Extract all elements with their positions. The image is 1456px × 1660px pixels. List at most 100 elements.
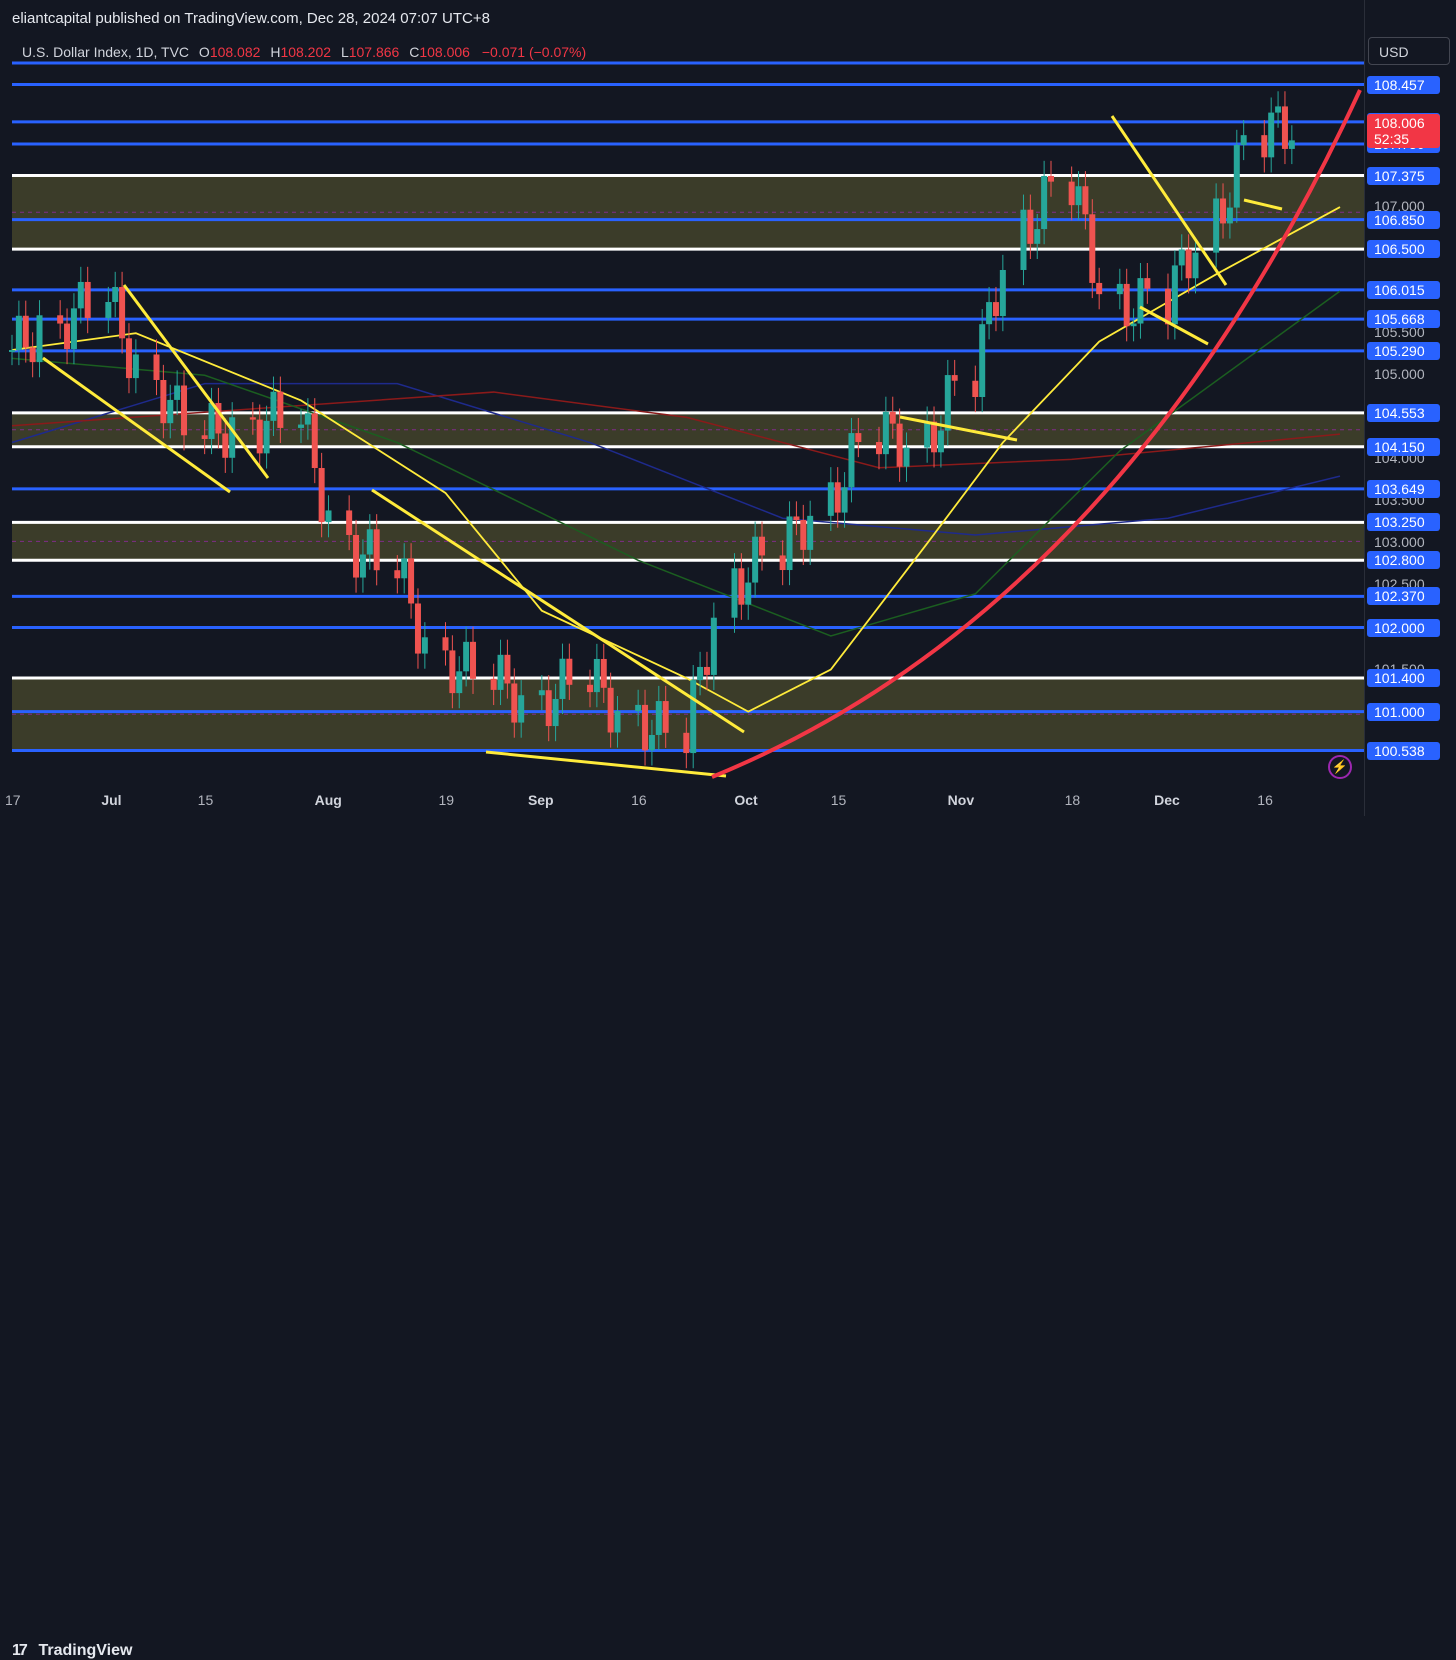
candle-body-97: [937, 430, 944, 453]
candle-body-118: [1137, 278, 1144, 324]
candle-body-128: [1233, 144, 1240, 208]
candle-body-10: [105, 302, 112, 319]
level-price-badge: 101.000: [1367, 702, 1440, 721]
time-tick: 18: [1064, 792, 1081, 808]
candle-body-127: [1226, 207, 1233, 224]
ma-50-green: [11, 290, 1341, 637]
candle-body-101: [979, 324, 986, 398]
tv-logo-icon: 17: [12, 1642, 28, 1659]
candle-body-133: [1281, 106, 1288, 149]
candle-body-99: [951, 375, 958, 381]
candle-body-103: [992, 302, 999, 317]
candle-body-77: [745, 582, 752, 605]
candle-body-21: [208, 403, 215, 439]
candle-body-51: [497, 654, 504, 690]
candle-body-58: [559, 658, 566, 699]
candle-body-11: [112, 286, 119, 303]
low-label: L: [340, 44, 349, 60]
candle-body-2: [22, 315, 29, 348]
candle-body-107: [1034, 229, 1041, 244]
candle-body-42: [408, 558, 415, 604]
level-price-badge: 102.800: [1367, 551, 1440, 570]
time-tick: Sep: [527, 792, 554, 808]
candle-body-55: [538, 690, 545, 696]
time-tick: Dec: [1154, 792, 1180, 808]
candle-body-69: [662, 701, 669, 733]
candle-body-3: [29, 347, 36, 363]
price-tick: 105.000: [1374, 366, 1425, 383]
candle-body-53: [511, 683, 518, 723]
price-chart[interactable]: [0, 0, 1364, 782]
candle-body-16: [160, 379, 167, 424]
candle-body-85: [827, 482, 834, 516]
candle-body-129: [1240, 135, 1247, 145]
candle-body-49: [470, 641, 477, 679]
candle-body-132: [1275, 106, 1282, 113]
level-price-badge: 103.649: [1367, 479, 1440, 498]
candle-body-15: [153, 354, 160, 380]
candle-body-65: [635, 704, 642, 712]
candle-body-60: [586, 684, 593, 693]
candle-body-57: [552, 698, 559, 727]
tradingview-logo[interactable]: 17 TradingView: [12, 1642, 132, 1660]
last-price-value: 108.006: [1374, 115, 1425, 131]
close-value: 108.006: [419, 44, 470, 60]
candle-body-20: [201, 435, 208, 439]
candle-body-91: [882, 411, 889, 455]
candle-body-134: [1288, 140, 1295, 149]
last-price-badge: 108.006 52:35: [1367, 114, 1440, 148]
candle-body-95: [924, 421, 931, 448]
candle-body-8: [77, 281, 84, 309]
candle-body-0: [9, 350, 15, 353]
close-label: C: [409, 44, 420, 60]
candle-body-45: [442, 637, 449, 651]
level-price-badge: 108.457: [1367, 75, 1440, 94]
candle-body-25: [249, 417, 256, 420]
candle-body-78: [752, 536, 759, 583]
time-tick: 16: [631, 792, 647, 808]
candle-body-64: [614, 711, 621, 733]
symbol-label: U.S. Dollar Index, 1D, TVC: [22, 44, 190, 60]
candle-body-113: [1089, 214, 1096, 283]
candle-body-19: [181, 385, 188, 436]
low-value: 107.866: [348, 44, 400, 60]
candle-body-115: [1116, 283, 1123, 295]
level-price-badge: 104.553: [1367, 403, 1440, 422]
candle-body-48: [463, 641, 470, 672]
time-tick: Jul: [101, 792, 122, 808]
candle-body-29: [277, 391, 284, 428]
lightning-icon[interactable]: ⚡: [1328, 755, 1352, 779]
candle-body-44: [421, 637, 428, 654]
candle-body-81: [786, 516, 793, 571]
candle-body-121: [1171, 265, 1178, 325]
level-price-badge: 106.015: [1367, 280, 1440, 299]
candle-body-110: [1068, 181, 1075, 206]
candle-body-100: [972, 380, 979, 398]
candle-body-89: [855, 433, 862, 443]
time-tick: Oct: [734, 792, 758, 808]
candle-body-4: [36, 315, 43, 363]
candle-body-31: [304, 413, 311, 425]
candle-body-87: [841, 487, 848, 513]
candle-body-116: [1123, 283, 1130, 327]
candle-body-73: [703, 666, 710, 675]
candle-body-66: [642, 704, 649, 751]
candle-body-28: [270, 391, 277, 421]
open-label: O: [198, 44, 210, 60]
candle-body-7: [70, 308, 77, 350]
candle-body-17: [167, 399, 174, 424]
candle-body-105: [1020, 209, 1027, 270]
open-value: 108.082: [209, 44, 261, 60]
candle-body-5: [57, 315, 64, 324]
level-price-badge: 101.400: [1367, 669, 1440, 687]
candle-body-104: [999, 269, 1006, 317]
candle-body-56: [545, 690, 552, 727]
level-price-badge: 106.850: [1367, 210, 1440, 229]
footer: 17 TradingView: [0, 816, 1456, 1659]
time-tick: 19: [438, 792, 455, 808]
candle-body-47: [456, 671, 463, 694]
currency-button[interactable]: USD: [1368, 37, 1450, 65]
candle-body-111: [1075, 186, 1082, 206]
candle-body-112: [1082, 186, 1089, 215]
candle-body-59: [566, 658, 573, 685]
